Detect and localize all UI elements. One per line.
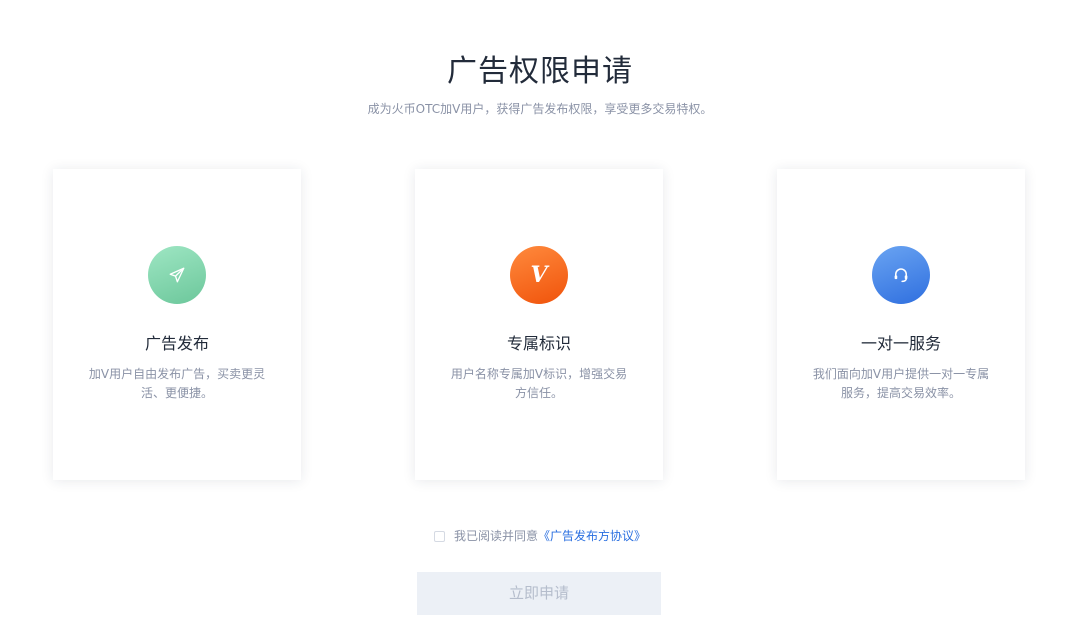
feature-card-one-on-one-service: 一对一服务 我们面向加V用户提供一对一专属服务，提高交易效率。 xyxy=(777,169,1025,480)
feature-card-ad-publish: 广告发布 加V用户自由发布广告，买卖更灵活、更便捷。 xyxy=(53,169,301,480)
apply-button[interactable]: 立即申请 xyxy=(417,572,661,615)
feature-card-title: 广告发布 xyxy=(144,334,209,353)
page-subtitle: 成为火币OTC加V用户，获得广告发布权限，享受更多交易特权。 xyxy=(367,102,713,116)
v-badge-icon: V xyxy=(510,246,568,304)
feature-card-title: 专属标识 xyxy=(506,334,571,353)
v-badge-letter: V xyxy=(530,262,548,288)
feature-card-description: 我们面向加V用户提供一对一专属服务，提高交易效率。 xyxy=(812,367,990,400)
paper-plane-icon xyxy=(148,246,206,304)
agreement-link[interactable]: 《广告发布方协议》 xyxy=(538,526,646,546)
feature-card-description: 加V用户自由发布广告，买卖更灵活、更便捷。 xyxy=(88,367,266,400)
agreement-row: 我已阅读并同意 《广告发布方协议》 xyxy=(0,526,1080,546)
headset-icon xyxy=(872,246,930,304)
feature-card-description: 用户名称专属加V标识，增强交易方信任。 xyxy=(450,367,628,400)
agreement-checkbox[interactable] xyxy=(433,530,445,542)
feature-card-title: 一对一服务 xyxy=(860,334,941,353)
agreement-label: 我已阅读并同意 xyxy=(453,529,538,543)
ad-permission-page: 广告权限申请 成为火币OTC加V用户，获得广告发布权限，享受更多交易特权。 广告… xyxy=(0,0,1080,633)
feature-card-exclusive-badge: V 专属标识 用户名称专属加V标识，增强交易方信任。 xyxy=(415,169,663,480)
page-title: 广告权限申请 xyxy=(447,54,633,89)
